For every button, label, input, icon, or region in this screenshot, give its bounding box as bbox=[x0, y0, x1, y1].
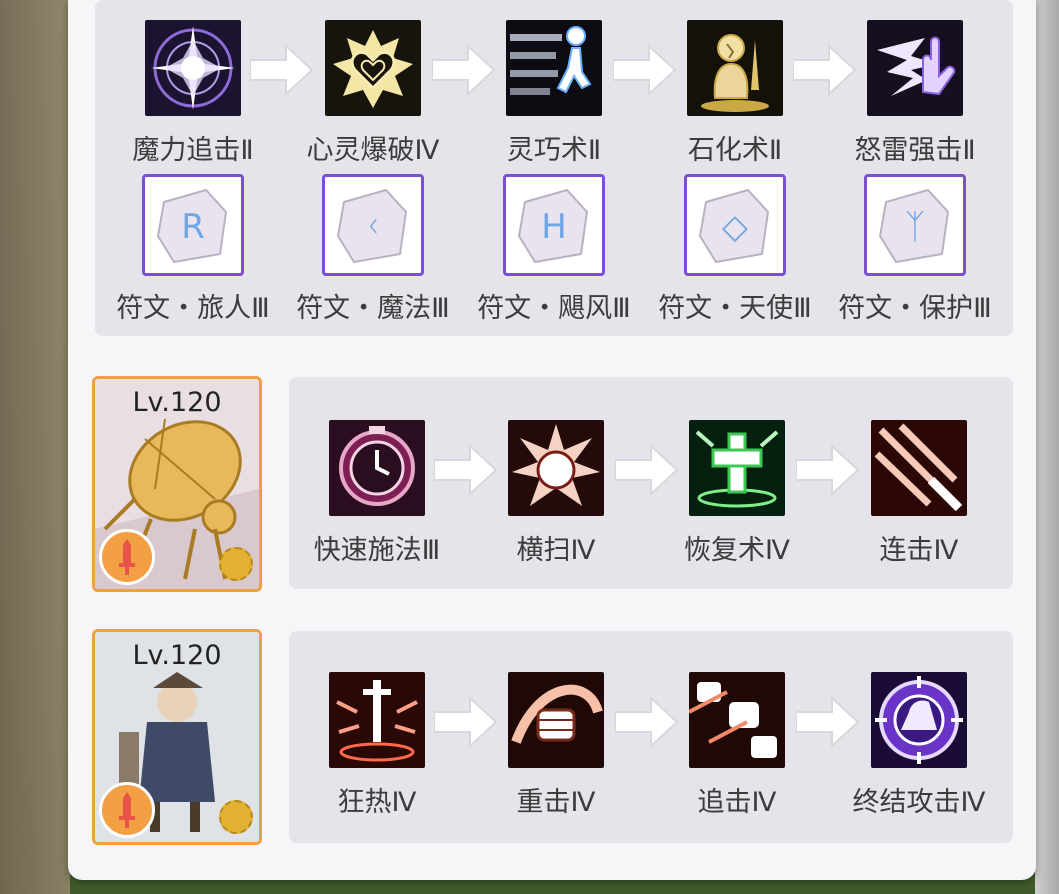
rune-magic[interactable]: ᚲ 符文・魔法Ⅲ bbox=[288, 174, 458, 325]
sweep-burst-icon bbox=[508, 420, 604, 516]
mvp-badge-icon bbox=[219, 800, 253, 834]
skill-label: 快速施法Ⅲ bbox=[313, 535, 441, 566]
thunder-hand-icon bbox=[867, 20, 963, 116]
svg-text:H: H bbox=[541, 207, 567, 247]
rune-stone-icon: H bbox=[503, 174, 605, 276]
skill-label: 石化术Ⅱ bbox=[687, 135, 783, 166]
combo-slash-icon bbox=[871, 420, 967, 516]
arrow-right-icon bbox=[793, 43, 857, 97]
rune-protection[interactable]: ᛉ 符文・保护Ⅲ bbox=[830, 174, 1000, 325]
skill-label: 重击Ⅳ bbox=[516, 787, 596, 818]
arrow-right-icon bbox=[434, 695, 498, 749]
skill-label: 灵巧术Ⅱ bbox=[506, 135, 602, 166]
skill-panel: 魔力追击Ⅱ 心灵爆破Ⅳ 灵巧术Ⅱ 石化术Ⅱ 怒雷强击Ⅱ R 符文・旅人Ⅲ ᚲ 符… bbox=[68, 0, 1036, 880]
petrify-statue-icon bbox=[687, 20, 783, 116]
rune-label: 符文・飓风Ⅲ bbox=[477, 293, 631, 324]
frenzy-sword-icon bbox=[329, 672, 425, 768]
clock-icon bbox=[329, 420, 425, 516]
card-2[interactable]: Lv.120 bbox=[92, 629, 262, 845]
arrow-right-icon bbox=[432, 43, 496, 97]
skill-label: 连击Ⅳ bbox=[879, 535, 959, 566]
svg-text:ᚲ: ᚲ bbox=[363, 207, 383, 247]
agility-runner-icon bbox=[506, 20, 602, 116]
card-level: Lv.120 bbox=[132, 640, 222, 671]
rune-label: 符文・旅人Ⅲ bbox=[116, 293, 270, 324]
skill-label: 心灵爆破Ⅳ bbox=[306, 135, 440, 166]
skill-label: 横扫Ⅳ bbox=[516, 535, 596, 566]
arrow-right-icon bbox=[796, 443, 860, 497]
svg-text:ᛉ: ᛉ bbox=[905, 207, 925, 247]
arrow-right-icon bbox=[613, 43, 677, 97]
skill-label: 追击Ⅳ bbox=[697, 787, 777, 818]
heal-cross-icon bbox=[689, 420, 785, 516]
rune-stone-icon: ᚲ bbox=[322, 174, 424, 276]
arrow-right-icon bbox=[615, 443, 679, 497]
skill-label: 狂热Ⅳ bbox=[337, 787, 417, 818]
skill-label: 终结攻击Ⅳ bbox=[852, 787, 986, 818]
skill-label: 魔力追击Ⅱ bbox=[132, 135, 254, 166]
card-level: Lv.120 bbox=[132, 387, 222, 418]
pursuit-fists-icon bbox=[689, 672, 785, 768]
arrow-right-icon bbox=[615, 695, 679, 749]
rune-stone-icon: R bbox=[142, 174, 244, 276]
mvp-badge-icon bbox=[219, 547, 253, 581]
svg-text:R: R bbox=[181, 207, 205, 247]
rune-stone-icon: ᛉ bbox=[864, 174, 966, 276]
sword-icon bbox=[99, 782, 155, 838]
rune-label: 符文・魔法Ⅲ bbox=[296, 293, 450, 324]
rune-hurricane[interactable]: H 符文・飓风Ⅲ bbox=[469, 174, 639, 325]
rune-traveler[interactable]: R 符文・旅人Ⅲ bbox=[108, 174, 278, 325]
arrow-right-icon bbox=[434, 443, 498, 497]
rune-stone-icon: ◇ bbox=[684, 174, 786, 276]
rune-label: 符文・天使Ⅲ bbox=[658, 293, 812, 324]
rune-angel[interactable]: ◇ 符文・天使Ⅲ bbox=[650, 174, 820, 325]
heart-blast-icon bbox=[325, 20, 421, 116]
background-scenery-left bbox=[0, 0, 70, 894]
svg-text:◇: ◇ bbox=[722, 207, 749, 247]
skill-label: 恢复术Ⅳ bbox=[684, 535, 790, 566]
background-scenery-right bbox=[1035, 0, 1059, 894]
magic-burst-icon bbox=[145, 20, 241, 116]
card-1[interactable]: Lv.120 bbox=[92, 376, 262, 592]
skill-label: 怒雷强击Ⅱ bbox=[854, 135, 976, 166]
arrow-right-icon bbox=[250, 43, 314, 97]
finish-hat-icon bbox=[871, 672, 967, 768]
rune-label: 符文・保护Ⅲ bbox=[838, 293, 992, 324]
arrow-right-icon bbox=[796, 695, 860, 749]
heavy-fist-icon bbox=[508, 672, 604, 768]
sword-icon bbox=[99, 529, 155, 585]
